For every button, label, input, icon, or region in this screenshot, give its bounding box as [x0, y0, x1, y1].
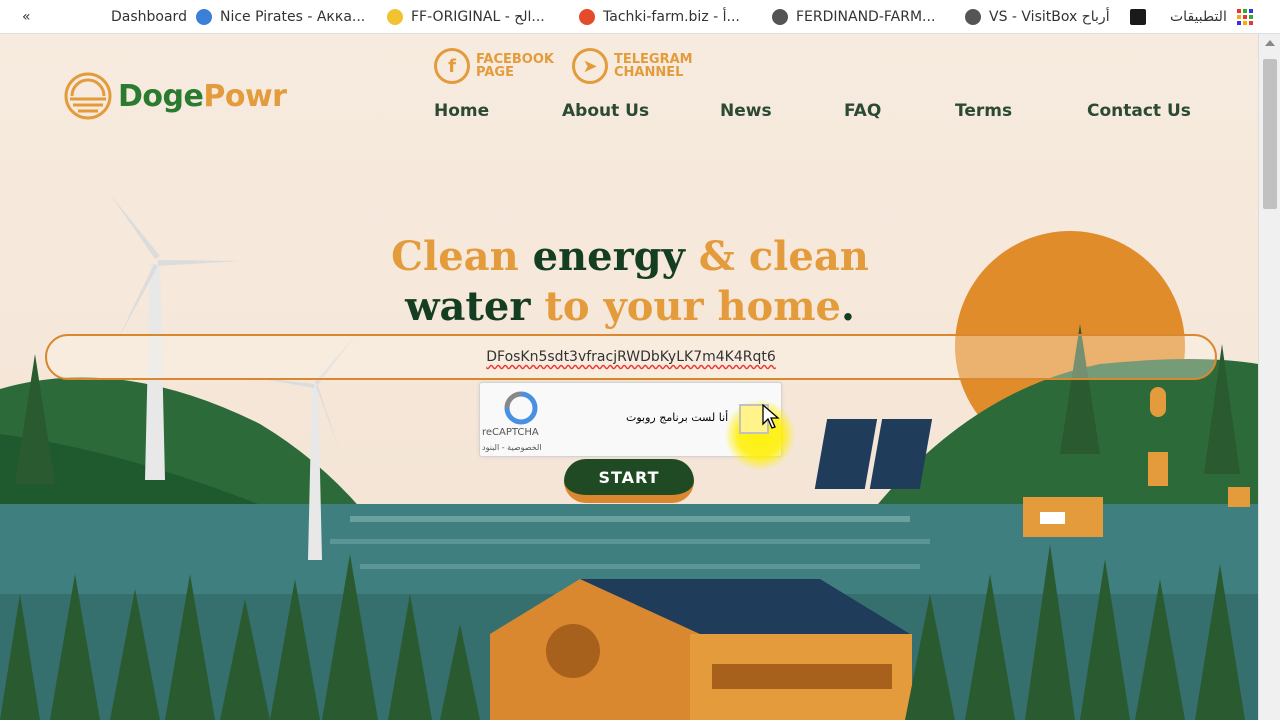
bookmarks-bar: « Dashboard Nice Pirates - Аккa... FF-OR… [0, 0, 1280, 34]
pirate-icon [196, 8, 212, 25]
scrollbar-thumb[interactable] [1263, 59, 1277, 209]
bookmark-label: Nice Pirates - Аккa... [220, 8, 366, 25]
hero-heading: Clean energy & clean water to your home. [380, 232, 880, 332]
wallet-address-value: DFosKn5sdt3vfracjRWDbKyLK7m4K4Rqt6 [486, 349, 776, 365]
nav-home[interactable]: Home [434, 101, 489, 121]
bookmark-ff-original[interactable]: FF-ORIGINAL - الح... [387, 0, 545, 33]
apps-grid-icon [1236, 8, 1253, 25]
recaptcha-logo-icon [504, 391, 538, 425]
mouse-cursor-icon [762, 404, 780, 429]
recaptcha-privacy-link[interactable]: الخصوصية - البنود [482, 443, 542, 452]
facebook-link[interactable]: f FACEBOOK PAGE [434, 48, 554, 84]
hero-word: . [840, 283, 855, 330]
nav-terms[interactable]: Terms [955, 101, 1012, 121]
hero-word: energy [518, 233, 685, 280]
nav-news[interactable]: News [720, 101, 772, 121]
page: DogePowr f FACEBOOK PAGE ➤ TELEGRAM CHANNE… [0, 34, 1258, 720]
bookmark-apps[interactable]: التطبيقات [1170, 0, 1253, 33]
recaptcha-label: أنا لست برنامج روبوت [626, 411, 729, 424]
hero-word: to your home [530, 283, 841, 330]
nav-faq[interactable]: FAQ [844, 101, 881, 121]
telegram-icon: ➤ [572, 48, 608, 84]
bookmark-label: FERDINAND-FARM... [796, 8, 936, 25]
logo-text: DogePowr [118, 78, 287, 114]
scroll-up-icon[interactable] [1265, 40, 1275, 46]
globe-icon [965, 8, 981, 25]
logo-part2: Powr [203, 78, 287, 114]
wallet-address-input[interactable]: DFosKn5sdt3vfracjRWDbKyLK7m4K4Rqt6 [45, 334, 1217, 380]
recaptcha-brand: reCAPTCHA [482, 427, 539, 438]
bookmark-vb[interactable] [1130, 0, 1154, 33]
dogepowr-logo[interactable]: DogePowr [64, 72, 287, 120]
collapse-bookmarks-button[interactable]: « [22, 0, 31, 33]
nav-contact-us[interactable]: Contact Us [1087, 101, 1191, 121]
page-scrollbar[interactable] [1258, 34, 1280, 720]
bookmark-tachki-farm[interactable]: Tachki-farm.biz - أ... [579, 0, 740, 33]
bookmark-ferdinand-farm[interactable]: FERDINAND-FARM... [772, 0, 935, 33]
emoji-icon [387, 8, 403, 25]
facebook-label-2: PAGE [476, 65, 514, 80]
bookmark-label: FF-ORIGINAL - الح... [411, 8, 545, 25]
facebook-icon: f [434, 48, 470, 84]
bookmark-label: Tachki-farm.biz - أ... [603, 8, 740, 25]
hero-word: & clean [684, 233, 869, 280]
apple-icon [579, 8, 595, 25]
hero-word: water [405, 283, 531, 330]
bookmark-nice-pirates[interactable]: Nice Pirates - Аккa... [196, 0, 365, 33]
telegram-label-2: CHANNEL [614, 65, 684, 80]
collapse-label: « [22, 8, 31, 25]
start-button[interactable]: START [564, 459, 694, 503]
logo-part1: Doge [118, 78, 204, 114]
sun-logo-icon [64, 72, 112, 120]
nav-about-us[interactable]: About Us [562, 101, 649, 121]
vb-icon [1130, 8, 1146, 25]
globe-icon [772, 8, 788, 25]
bookmark-label: Dashboard [111, 8, 187, 25]
bookmark-visitbox[interactable]: VS - VisitBox أرباح [965, 0, 1110, 33]
hero-word: Clean [391, 233, 519, 280]
bookmark-label: التطبيقات [1170, 8, 1227, 25]
telegram-link[interactable]: ➤ TELEGRAM CHANNEL [572, 48, 693, 84]
bookmark-label: VS - VisitBox أرباح [989, 8, 1110, 25]
bookmark-dashboard[interactable]: Dashboard [111, 0, 187, 33]
